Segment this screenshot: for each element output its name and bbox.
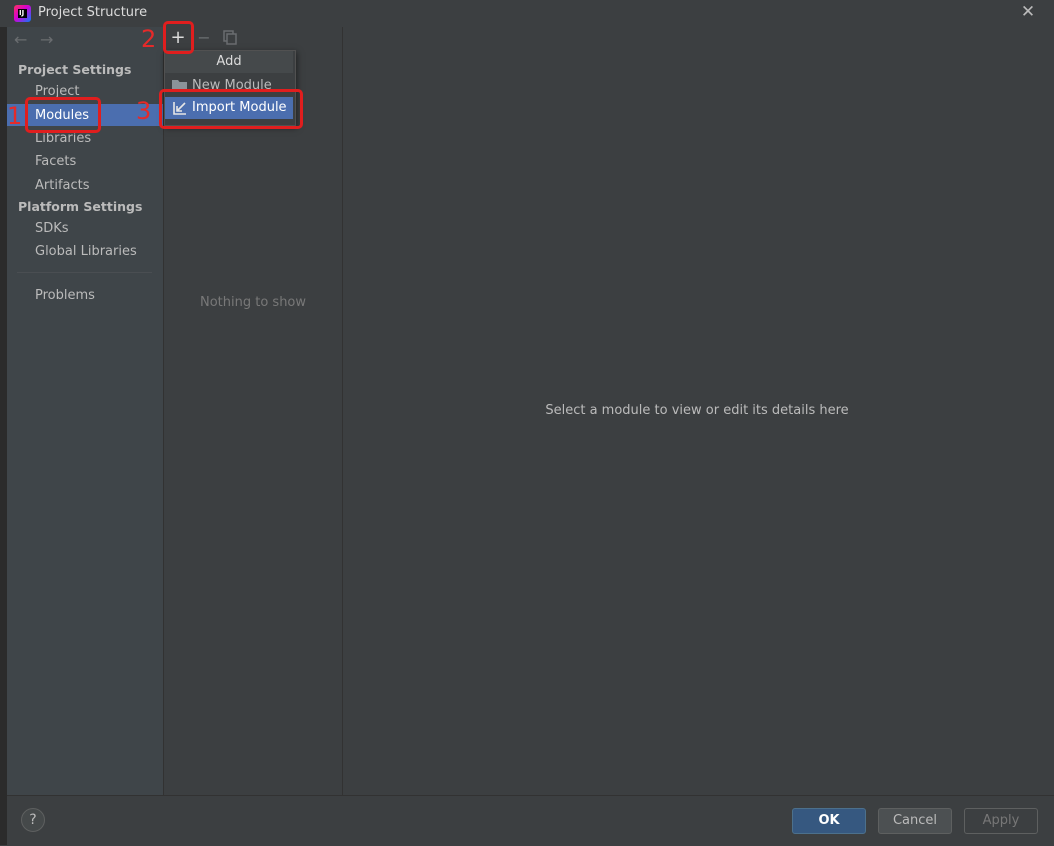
details-empty-message: Select a module to view or edit its deta… (545, 403, 849, 418)
annotation-number-2: 2 (141, 25, 157, 53)
copy-icon[interactable] (222, 30, 238, 46)
arrow-right-icon[interactable]: → (40, 30, 53, 49)
sidebar-item-sdks[interactable]: SDKs (35, 217, 69, 240)
section-project-settings: Project Settings (18, 62, 132, 77)
annotation-box-add (163, 21, 194, 54)
arrow-left-icon[interactable]: ← (14, 30, 27, 49)
section-platform-settings: Platform Settings (18, 199, 143, 214)
sidebar-item-global-libraries[interactable]: Global Libraries (35, 240, 137, 263)
apply-button[interactable]: Apply (964, 808, 1038, 834)
popup-title: Add (165, 51, 293, 73)
ok-button[interactable]: OK (792, 808, 866, 834)
window-title: Project Structure (38, 5, 148, 20)
sidebar-item-facets[interactable]: Facets (35, 150, 76, 173)
cancel-button[interactable]: Cancel (878, 808, 952, 834)
sidebar-divider (17, 272, 152, 273)
annotation-number-1: 1 (7, 102, 23, 130)
module-list-panel (164, 27, 343, 795)
remove-icon[interactable]: − (196, 28, 212, 48)
logo-text: IJ (19, 9, 25, 17)
sidebar-item-problems[interactable]: Problems (35, 284, 95, 307)
annotation-number-3: 3 (136, 97, 152, 125)
title-bar (0, 0, 1054, 27)
left-edge (0, 27, 7, 845)
sidebar-item-artifacts[interactable]: Artifacts (35, 174, 90, 197)
annotation-box-import-module (159, 89, 303, 129)
intellij-logo-icon: IJ (14, 5, 31, 22)
close-icon[interactable]: ✕ (1018, 2, 1038, 22)
annotation-box-modules (25, 97, 101, 133)
help-icon[interactable]: ? (21, 808, 45, 832)
empty-list-message: Nothing to show (199, 295, 307, 310)
